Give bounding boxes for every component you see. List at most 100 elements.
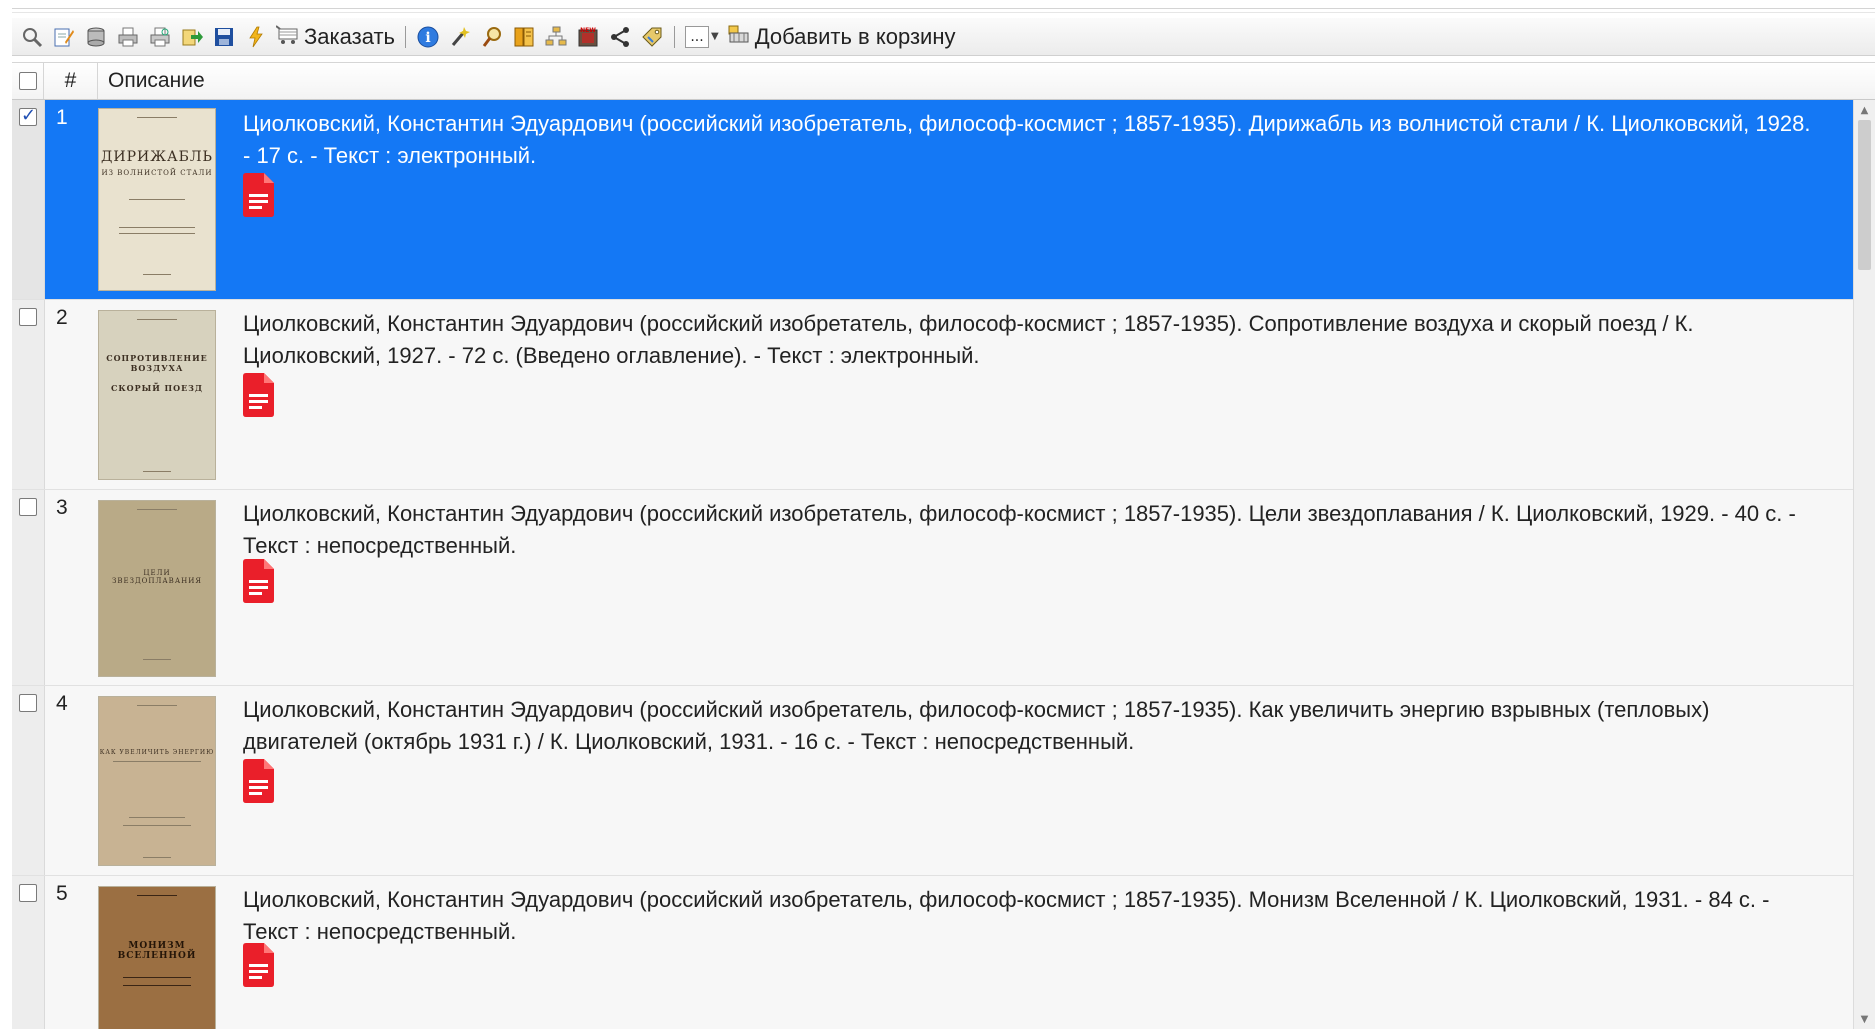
warning-icon[interactable]: NEW — [576, 25, 600, 49]
cover-line — [143, 274, 171, 275]
row-select-cell — [12, 686, 45, 875]
cover-title: КАК УВЕЛИЧИТЬ ЭНЕРГИЮ — [99, 749, 215, 756]
cover-line — [143, 659, 171, 660]
cover-line — [137, 509, 177, 510]
row-checkbox[interactable] — [19, 105, 37, 126]
catalog-icon[interactable] — [512, 25, 536, 49]
row-select-cell — [12, 490, 45, 685]
row-number: 5 — [56, 882, 68, 905]
svg-text:i: i — [425, 30, 430, 46]
table-row[interactable]: 3 ЦЕЛИ ЗВЕЗДОПЛАВАНИЯ Циолковский, Конст… — [12, 490, 1853, 686]
cover-line — [123, 985, 191, 986]
toolbar-separator — [674, 25, 675, 48]
more-icon: ... — [685, 25, 709, 48]
scroll-up-icon[interactable]: ▲ — [1854, 102, 1875, 118]
catalog-window: Заказать i NEW ... ▼ Добавить в корзину … — [0, 0, 1875, 1029]
results-list: 1 ДИРИЖАБЛЬ ИЗ ВОЛНИСТОЙ СТАЛИ Циолковск… — [12, 100, 1853, 1029]
table-row[interactable]: 5 МОНИЗМ ВСЕЛЕННОЙ Циолковский, Констант… — [12, 876, 1853, 1029]
row-checkbox[interactable] — [19, 308, 37, 326]
top-divider — [12, 8, 1875, 13]
info-icon[interactable]: i — [416, 25, 440, 49]
cover-line — [119, 233, 195, 234]
cover-title: СОПРОТИВЛЕНИЕ ВОЗДУХА — [106, 353, 208, 373]
record-description[interactable]: Циолковский, Константин Эдуардович (росс… — [243, 108, 1823, 172]
more-dropdown[interactable]: ... ▼ — [685, 25, 719, 48]
cover-line — [143, 471, 171, 472]
cover-line — [123, 977, 191, 978]
tree-icon[interactable] — [544, 25, 568, 49]
toolbar-separator — [405, 25, 406, 48]
row-number: 2 — [56, 306, 68, 329]
cover-line — [137, 705, 177, 706]
magnify-icon[interactable] — [480, 25, 504, 49]
table-row[interactable]: 1 ДИРИЖАБЛЬ ИЗ ВОЛНИСТОЙ СТАЛИ Циолковск… — [12, 100, 1853, 300]
cover-thumbnail[interactable]: МОНИЗМ ВСЕЛЕННОЙ — [98, 886, 216, 1029]
order-label: Заказать — [304, 23, 395, 49]
cover-line — [129, 199, 185, 200]
cover-line — [129, 817, 185, 818]
order-button[interactable]: Заказать — [275, 23, 395, 51]
svg-text:NEW: NEW — [580, 27, 596, 34]
cart-icon — [275, 23, 300, 51]
select-all-checkbox[interactable] — [18, 72, 37, 90]
cover-line — [137, 319, 177, 320]
share-icon[interactable] — [608, 25, 632, 49]
print-preview-icon[interactable] — [148, 25, 172, 49]
tag-icon[interactable] — [640, 25, 664, 49]
row-checkbox[interactable] — [19, 884, 37, 902]
vertical-scrollbar[interactable]: ▲ ▼ — [1853, 100, 1875, 1029]
header-select-cell — [12, 63, 44, 99]
cover-title: ЦЕЛИ ЗВЕЗДОПЛАВАНИЯ — [112, 569, 202, 585]
cover-line — [119, 227, 195, 228]
cover-line — [113, 761, 201, 762]
cover-subtitle: ИЗ ВОЛНИСТОЙ СТАЛИ — [101, 169, 213, 177]
record-description[interactable]: Циолковский, Константин Эдуардович (росс… — [243, 694, 1823, 758]
row-select-cell — [12, 100, 45, 299]
table-row[interactable]: 2 СОПРОТИВЛЕНИЕ ВОЗДУХА СКОРЫЙ ПОЕЗД Цио… — [12, 300, 1853, 490]
record-description[interactable]: Циолковский, Константин Эдуардович (росс… — [243, 498, 1823, 562]
pdf-icon[interactable] — [240, 942, 276, 993]
row-number: 3 — [56, 496, 68, 519]
header-description[interactable]: Описание — [98, 63, 1853, 99]
pdf-icon[interactable] — [240, 558, 276, 609]
pdf-icon[interactable] — [240, 758, 276, 809]
cover-line — [137, 895, 177, 896]
cover-thumbnail[interactable]: КАК УВЕЛИЧИТЬ ЭНЕРГИЮ — [98, 696, 216, 866]
cover-thumbnail[interactable]: ДИРИЖАБЛЬ ИЗ ВОЛНИСТОЙ СТАЛИ — [98, 108, 216, 291]
save-icon[interactable] — [212, 25, 236, 49]
row-number: 1 — [56, 106, 68, 129]
flash-icon[interactable] — [244, 25, 268, 49]
cover-thumbnail[interactable]: ЦЕЛИ ЗВЕЗДОПЛАВАНИЯ — [98, 500, 216, 677]
cover-title: МОНИЗМ ВСЕЛЕННОЙ — [117, 941, 197, 961]
search-icon[interactable] — [20, 25, 44, 49]
cover-thumbnail[interactable]: СОПРОТИВЛЕНИЕ ВОЗДУХА СКОРЫЙ ПОЕЗД — [98, 310, 216, 480]
cover-line — [137, 117, 177, 118]
pdf-icon[interactable] — [240, 372, 276, 423]
edit-icon[interactable] — [52, 25, 76, 49]
print-icon[interactable] — [116, 25, 140, 49]
basket-icon — [727, 23, 751, 51]
add-to-cart-button[interactable]: Добавить в корзину — [727, 23, 956, 51]
row-checkbox[interactable] — [19, 498, 37, 516]
export-icon[interactable] — [180, 25, 204, 49]
database-icon[interactable] — [84, 25, 108, 49]
row-checkbox[interactable] — [19, 694, 37, 712]
chevron-down-icon: ▼ — [711, 31, 719, 42]
cover-title: ДИРИЖАБЛЬ — [101, 149, 213, 165]
scroll-down-icon[interactable]: ▼ — [1854, 1011, 1875, 1027]
pdf-icon[interactable] — [240, 172, 276, 223]
row-select-cell — [12, 300, 45, 489]
row-number: 4 — [56, 692, 68, 715]
cover-line — [143, 857, 171, 858]
record-description[interactable]: Циолковский, Константин Эдуардович (росс… — [243, 308, 1823, 372]
cover-line — [123, 825, 191, 826]
table-row[interactable]: 4 КАК УВЕЛИЧИТЬ ЭНЕРГИЮ Циолковский, Кон… — [12, 686, 1853, 876]
wand-icon[interactable] — [448, 25, 472, 49]
toolbar: Заказать i NEW ... ▼ Добавить в корзину — [12, 18, 1875, 56]
cover-subtitle: СКОРЫЙ ПОЕЗД — [110, 383, 204, 393]
scrollbar-thumb[interactable] — [1858, 120, 1871, 270]
add-to-cart-label: Добавить в корзину — [754, 23, 956, 49]
record-description[interactable]: Циолковский, Константин Эдуардович (росс… — [243, 884, 1823, 948]
header-number[interactable]: # — [44, 63, 98, 99]
grid-header: # Описание — [12, 62, 1875, 100]
